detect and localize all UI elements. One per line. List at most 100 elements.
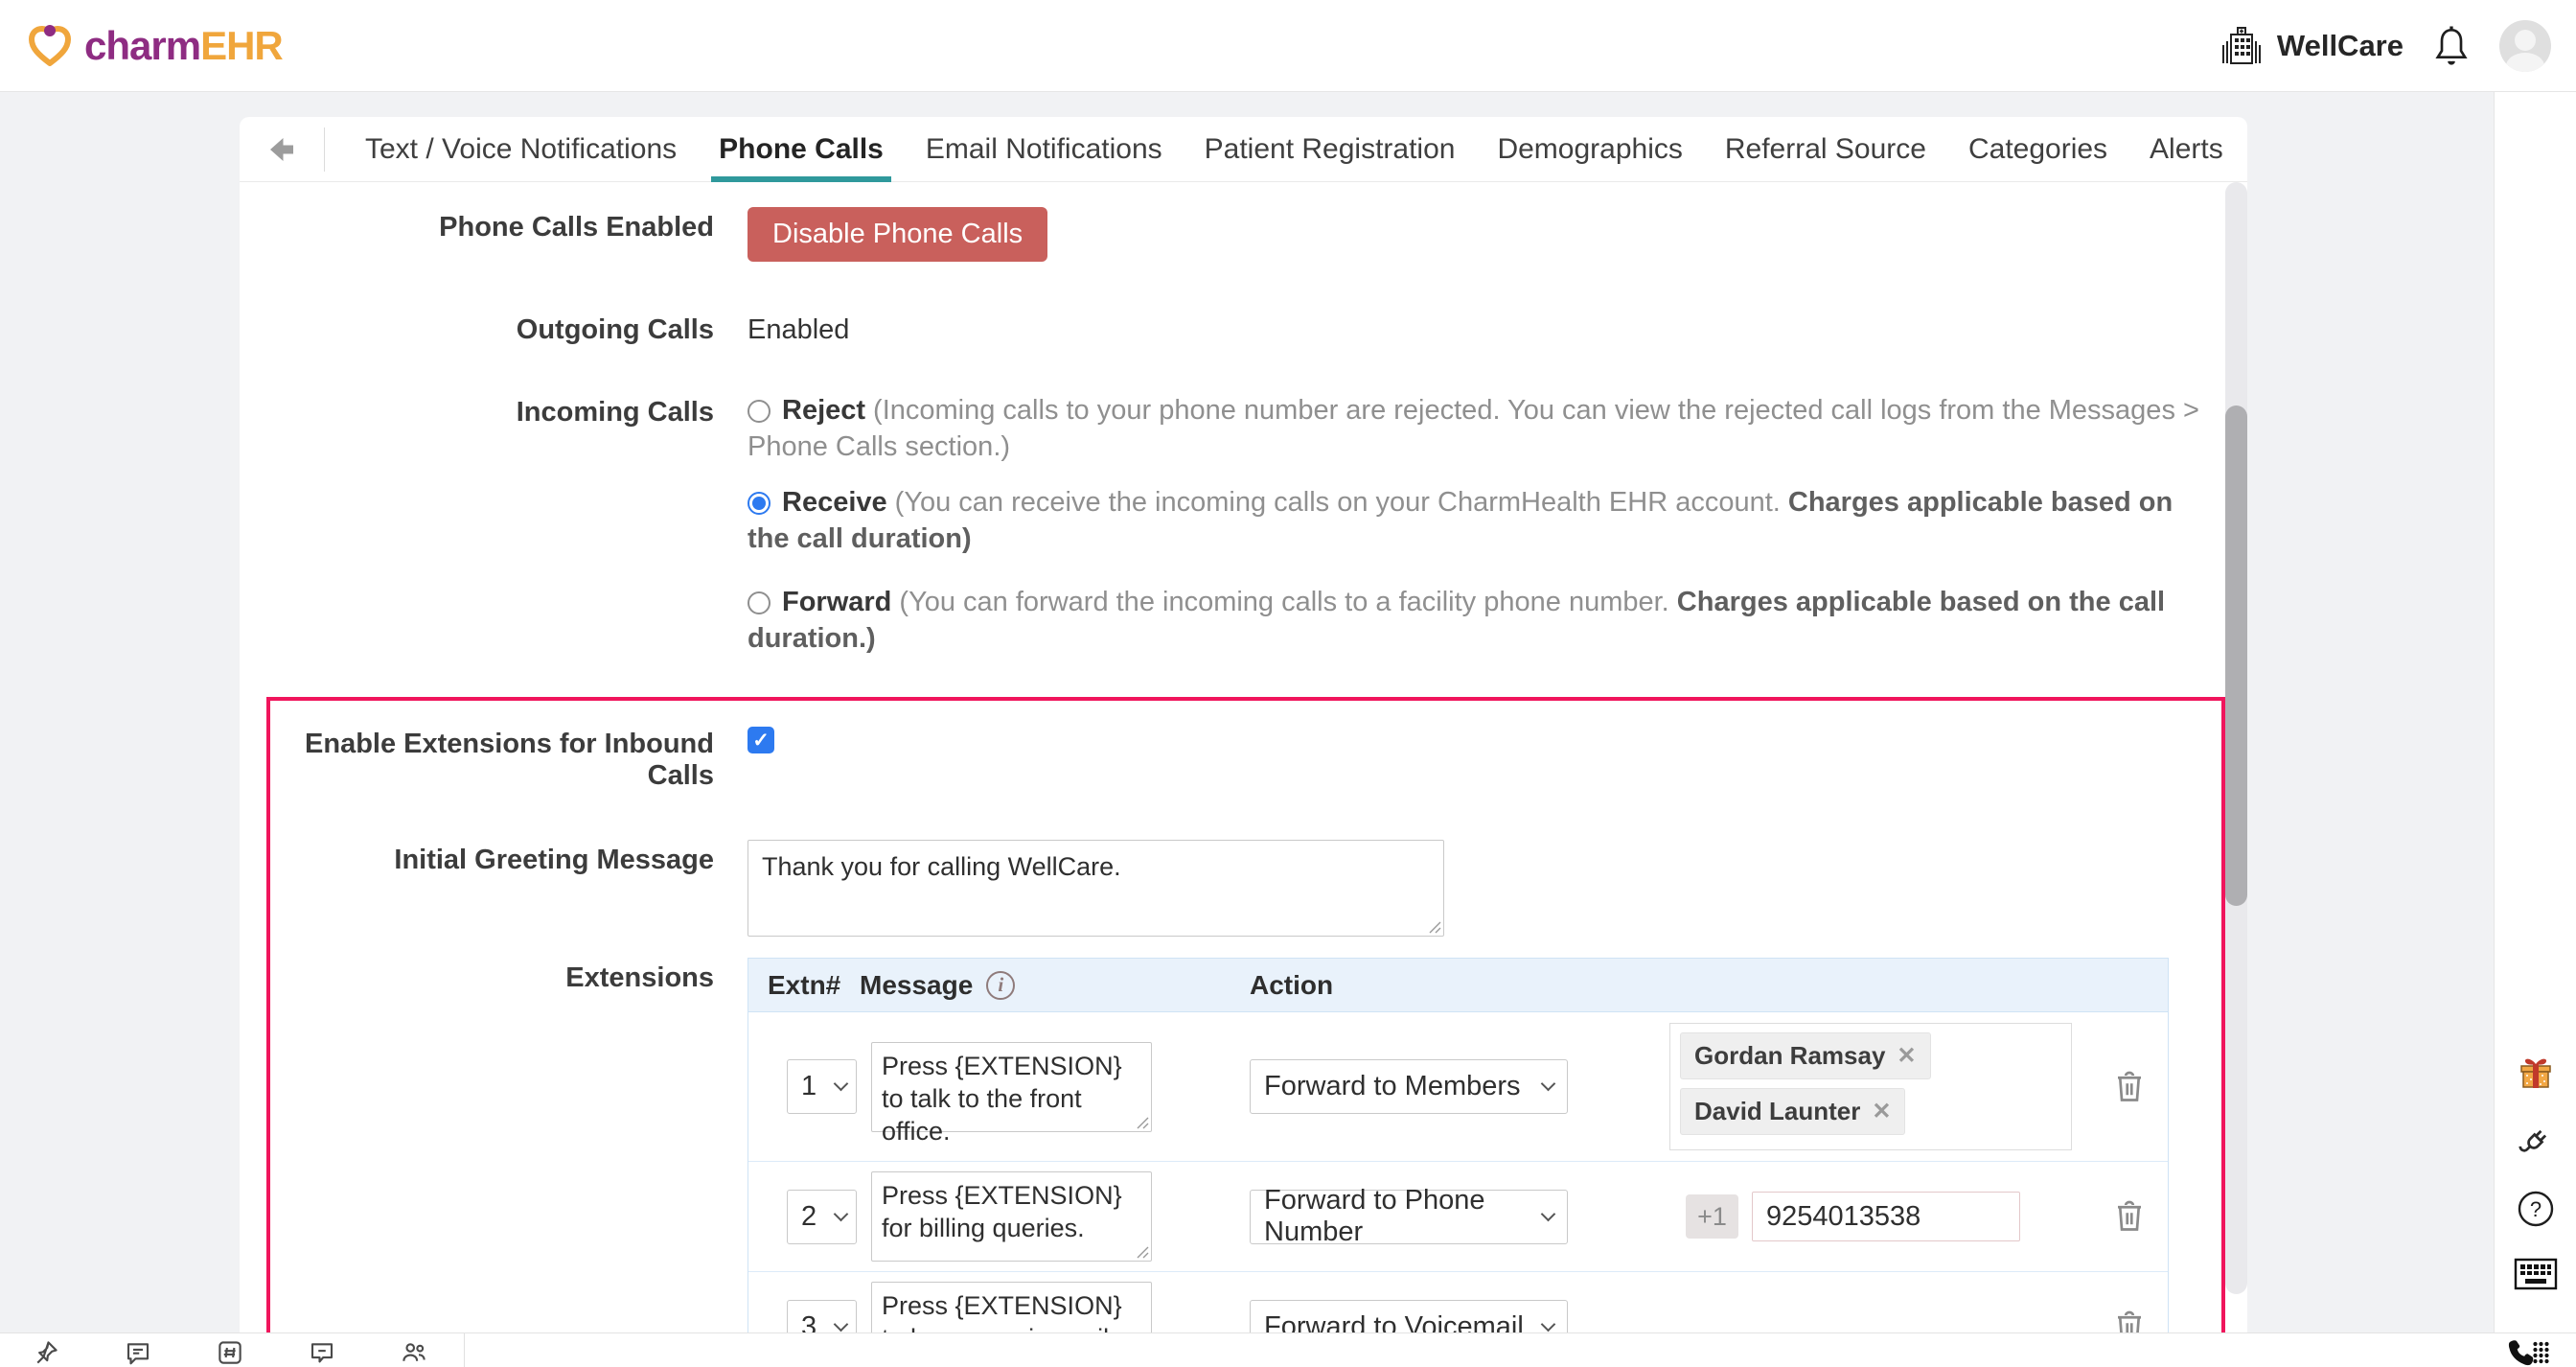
settings-card: Text / Voice Notifications Phone Calls E… bbox=[240, 117, 2247, 1332]
chevron-down-icon bbox=[1541, 1316, 1556, 1332]
resize-grip-icon[interactable] bbox=[1137, 1246, 1149, 1259]
chevron-down-icon bbox=[834, 1206, 849, 1221]
gift-icon[interactable] bbox=[2515, 1051, 2557, 1093]
thread-icon bbox=[308, 1338, 336, 1367]
right-utility-strip: ? bbox=[2494, 92, 2576, 1332]
notifications-bell-icon[interactable] bbox=[2432, 25, 2471, 67]
column-extn: Extn# bbox=[748, 970, 860, 1001]
taskbar-item-my-pins[interactable]: My Pins bbox=[0, 1333, 92, 1367]
remove-member-icon[interactable]: ✕ bbox=[1872, 1101, 1891, 1124]
delete-extension-icon[interactable] bbox=[2110, 1195, 2149, 1238]
extn-message-textarea-1[interactable]: Press {EXTENSION} to talk to the front o… bbox=[871, 1042, 1152, 1132]
chat-icon bbox=[124, 1338, 152, 1367]
app-header: charmEHR WellCare bbox=[0, 0, 2576, 92]
member-chip: Gordan Ramsay ✕ bbox=[1680, 1032, 1931, 1079]
tab-email-notifications[interactable]: Email Notifications bbox=[926, 117, 1162, 182]
charm-ehr-logo: charmEHR bbox=[25, 21, 283, 71]
extn-message-textarea-2[interactable]: Press {EXTENSION} for billing queries. bbox=[871, 1171, 1152, 1262]
keyboard-icon[interactable] bbox=[2514, 1258, 2558, 1290]
incoming-option-receive: Receive (You can receive the incoming cal… bbox=[748, 484, 2214, 557]
practice-name: WellCare bbox=[2277, 29, 2404, 63]
taskbar-item-chats[interactable]: Chats bbox=[92, 1333, 184, 1367]
reject-radio-label[interactable]: Reject bbox=[782, 395, 865, 426]
plug-icon[interactable] bbox=[2515, 1120, 2557, 1162]
tab-phone-calls[interactable]: Phone Calls bbox=[719, 117, 884, 182]
incoming-calls-row: Incoming Calls Reject(Incoming calls to … bbox=[240, 392, 2247, 676]
tab-categories[interactable]: Categories bbox=[1968, 117, 2107, 182]
taskbar-divider bbox=[464, 1333, 465, 1367]
pin-icon bbox=[32, 1338, 60, 1367]
extn-action-select-2[interactable]: Forward to Phone Number bbox=[1250, 1190, 1568, 1244]
resize-grip-icon[interactable] bbox=[1429, 921, 1441, 934]
phone-country-prefix: +1 bbox=[1686, 1194, 1738, 1239]
delete-extension-icon[interactable] bbox=[2110, 1066, 2149, 1108]
tab-patient-registration[interactable]: Patient Registration bbox=[1205, 117, 1456, 182]
chevron-down-icon bbox=[1541, 1077, 1556, 1092]
forward-phone-number-input[interactable]: 9254013538 bbox=[1752, 1192, 2020, 1241]
resize-grip-icon[interactable] bbox=[1137, 1117, 1149, 1129]
incoming-option-forward: Forward (You can forward the incoming cal… bbox=[748, 584, 2214, 657]
receive-radio-label[interactable]: Receive bbox=[782, 487, 887, 518]
tab-demographics[interactable]: Demographics bbox=[1497, 117, 1682, 182]
bottom-taskbar: My Pins Chats Channels Threads bbox=[0, 1332, 2576, 1367]
extensions-table-header: Extn# Message i Action bbox=[748, 958, 2168, 1012]
chevron-down-icon bbox=[834, 1077, 849, 1092]
svg-text:?: ? bbox=[2529, 1197, 2541, 1221]
help-icon[interactable]: ? bbox=[2516, 1189, 2556, 1229]
outgoing-calls-row: Outgoing Calls Enabled bbox=[240, 310, 2247, 346]
extensions-table: Extn# Message i Action 1 bbox=[748, 958, 2169, 1367]
extensions-highlight-box: Enable Extensions for Inbound Calls ✓ In… bbox=[266, 697, 2225, 1367]
tab-alerts[interactable]: Alerts bbox=[2150, 117, 2223, 182]
column-action: Action bbox=[1250, 970, 2168, 1001]
extn-number-select-2[interactable]: 2 bbox=[787, 1190, 857, 1244]
greeting-textarea[interactable]: Thank you for calling WellCare. bbox=[748, 840, 1444, 937]
outgoing-calls-value: Enabled bbox=[748, 310, 849, 346]
greeting-row: Initial Greeting Message Thank you for c… bbox=[270, 840, 2221, 937]
extension-row-1: 1 Press {EXTENSION} to talk to the front… bbox=[748, 1012, 2168, 1161]
extension-row-2: 2 Press {EXTENSION} for billing queries. bbox=[748, 1161, 2168, 1271]
extensions-row: Extensions Extn# Message i Action bbox=[270, 958, 2221, 1367]
settings-tabbar: Text / Voice Notifications Phone Calls E… bbox=[240, 117, 2247, 182]
extn-number-select-1[interactable]: 1 bbox=[787, 1059, 857, 1114]
members-chips-box[interactable]: Gordan Ramsay ✕ David Launter ✕ bbox=[1669, 1023, 2072, 1150]
taskbar-item-threads[interactable]: Threads bbox=[276, 1333, 368, 1367]
taskbar-item-channels[interactable]: Channels bbox=[184, 1333, 276, 1367]
phone-calls-enabled-label: Phone Calls Enabled bbox=[240, 207, 714, 243]
back-arrow-icon[interactable] bbox=[264, 131, 301, 168]
tabbar-divider bbox=[324, 127, 325, 172]
chevron-down-icon bbox=[1541, 1206, 1556, 1221]
logo-text: charmEHR bbox=[84, 23, 283, 69]
greeting-label: Initial Greeting Message bbox=[270, 840, 714, 876]
member-chip: David Launter ✕ bbox=[1680, 1088, 1905, 1135]
tab-referral-source[interactable]: Referral Source bbox=[1725, 117, 1926, 182]
column-message: Message bbox=[860, 970, 973, 1001]
extn-action-select-1[interactable]: Forward to Members bbox=[1250, 1059, 1568, 1114]
chevron-down-icon bbox=[834, 1316, 849, 1332]
incoming-option-reject: Reject(Incoming calls to your phone numb… bbox=[748, 392, 2214, 465]
taskbar-item-people[interactable]: People bbox=[368, 1333, 460, 1367]
disable-phone-calls-button[interactable]: Disable Phone Calls bbox=[748, 207, 1047, 262]
outgoing-calls-label: Outgoing Calls bbox=[240, 310, 714, 346]
people-icon bbox=[400, 1338, 428, 1367]
practice-selector[interactable]: WellCare bbox=[2220, 26, 2404, 66]
reject-radio[interactable] bbox=[748, 400, 770, 423]
channel-hash-icon bbox=[216, 1338, 244, 1367]
remove-member-icon[interactable]: ✕ bbox=[1897, 1045, 1916, 1068]
message-info-icon[interactable]: i bbox=[986, 971, 1015, 1000]
enable-extensions-row: Enable Extensions for Inbound Calls ✓ bbox=[270, 724, 2221, 792]
receive-description: (You can receive the incoming calls on y… bbox=[895, 487, 1788, 518]
reject-description: (Incoming calls to your phone number are… bbox=[748, 395, 2199, 462]
forward-radio[interactable] bbox=[748, 591, 770, 614]
heart-logo-icon bbox=[25, 21, 75, 71]
forward-radio-label[interactable]: Forward bbox=[782, 587, 891, 617]
phone-dialer-icon[interactable] bbox=[2505, 1338, 2551, 1367]
receive-radio[interactable] bbox=[748, 492, 770, 515]
user-avatar[interactable] bbox=[2499, 20, 2551, 72]
tab-text-voice-notifications[interactable]: Text / Voice Notifications bbox=[365, 117, 677, 182]
vertical-scrollbar-thumb[interactable] bbox=[2225, 405, 2247, 906]
hospital-building-icon bbox=[2220, 26, 2264, 66]
extensions-label: Extensions bbox=[270, 958, 714, 994]
enable-extensions-checkbox[interactable]: ✓ bbox=[748, 727, 774, 753]
forward-description: (You can forward the incoming calls to a… bbox=[899, 587, 1676, 617]
incoming-calls-label: Incoming Calls bbox=[240, 392, 714, 429]
